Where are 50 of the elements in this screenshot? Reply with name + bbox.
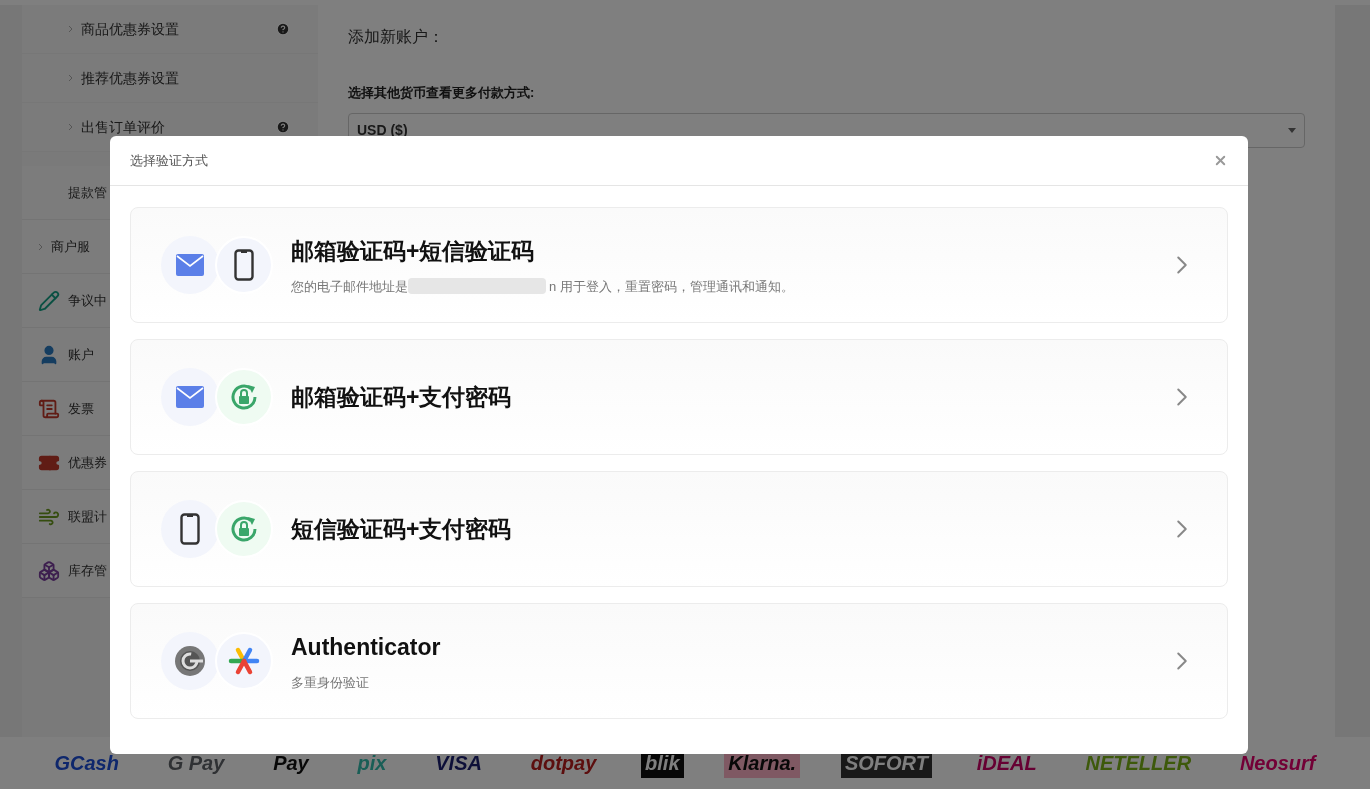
payment-logo: iDEAL <box>975 751 1038 776</box>
section-heading: 添加新账户： <box>348 27 445 47</box>
sidebar-item[interactable]: 优惠券 <box>68 452 107 473</box>
smartphone-icon <box>234 249 254 281</box>
verification-option[interactable]: Authenticator 多重身份验证 <box>130 603 1228 719</box>
help-icon <box>276 120 290 134</box>
sidebar-item[interactable]: 联盟计 <box>68 506 107 527</box>
sidebar-item[interactable]: 商户服 <box>51 236 90 257</box>
option-description: 多重身份验证 <box>291 673 369 692</box>
chevron-right-icon <box>68 74 73 82</box>
payment-logo: pix <box>356 751 388 776</box>
pencil-icon <box>38 289 60 312</box>
payment-logo: Neosurf <box>1238 751 1318 776</box>
verification-option[interactable]: 短信验证码+支付密码 <box>130 471 1228 587</box>
chevron-right-icon <box>38 242 43 251</box>
close-button[interactable] <box>1213 153 1228 168</box>
option-title: Authenticator <box>291 633 442 662</box>
sidebar-item[interactable]: 提款管 <box>68 182 107 203</box>
help-icon <box>276 22 290 36</box>
caret-icon <box>1288 127 1296 133</box>
chevron-right-icon <box>68 25 73 33</box>
sidebar-subitem[interactable]: 出售订单评价 <box>81 116 165 138</box>
sidebar-item[interactable]: 发票 <box>68 398 94 419</box>
option-description: n 用于登入，重置密码，管理通讯和通知。 <box>549 277 794 296</box>
authenticator-dial-icon <box>174 645 206 677</box>
field-label: 选择其他货币查看更多付款方式: <box>348 84 536 102</box>
payment-logo: GCash <box>53 751 120 776</box>
sidebar-item[interactable]: 账户 <box>68 344 94 365</box>
payment-logo: dotpay <box>529 751 598 776</box>
option-title: 短信验证码+支付密码 <box>291 514 513 544</box>
verification-option[interactable]: 邮箱验证码+短信验证码 您的电子邮件地址是 n 用于登入，重置密码，管理通讯和通知。 <box>130 207 1228 323</box>
payment-logo: VISA <box>434 751 483 776</box>
option-description: 您的电子邮件地址是 <box>291 277 408 296</box>
verification-option[interactable]: 邮箱验证码+支付密码 <box>130 339 1228 455</box>
receipt-icon <box>38 397 60 420</box>
chevron-right-icon <box>68 123 73 131</box>
payment-logo: NETELLER <box>1084 751 1193 776</box>
sidebar-item[interactable]: 争议中 <box>68 290 107 311</box>
payment-logo: G Pay <box>166 751 226 776</box>
envelope-icon <box>176 254 204 276</box>
cubes-icon <box>38 559 60 582</box>
payment-logo: Pay <box>272 751 311 776</box>
option-title: 邮箱验证码+短信验证码 <box>291 237 536 266</box>
sidebar-item[interactable]: 库存管 <box>68 560 107 581</box>
sidebar-subitem[interactable]: 推荐优惠券设置 <box>81 67 179 89</box>
sidebar-subitem[interactable]: 商品优惠券设置 <box>81 18 179 40</box>
option-title: 邮箱验证码+支付密码 <box>291 382 513 412</box>
smartphone-icon <box>180 513 200 545</box>
envelope-icon <box>176 386 204 408</box>
dialog-title: 选择验证方式 <box>130 151 208 170</box>
